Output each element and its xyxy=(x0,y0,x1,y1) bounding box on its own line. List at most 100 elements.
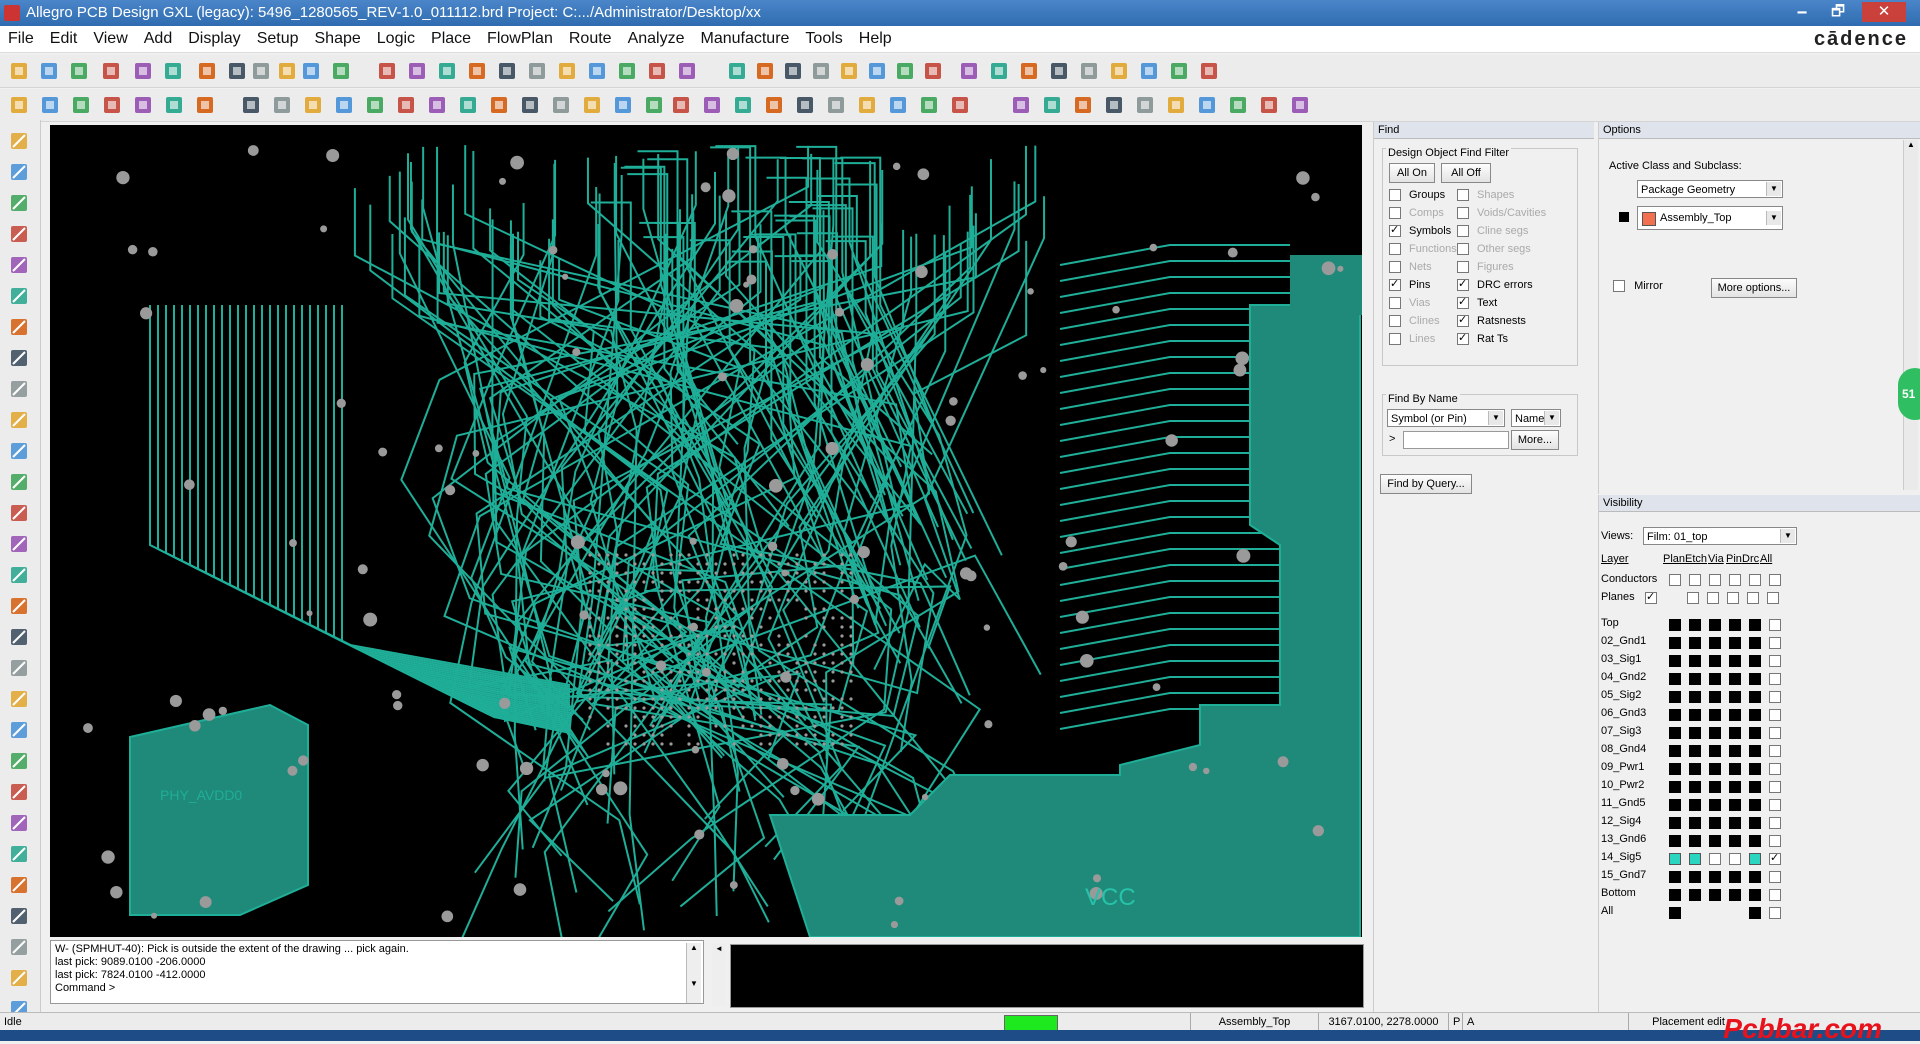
menu-file[interactable]: File xyxy=(0,26,42,52)
toolbar-tool-icon[interactable] xyxy=(240,94,262,116)
toolbar-tool-icon[interactable] xyxy=(395,94,417,116)
left-tool-icon[interactable] xyxy=(8,843,30,865)
left-tool-icon[interactable] xyxy=(8,471,30,493)
layer-visibility-checkboxes[interactable] xyxy=(1669,619,1789,632)
toolbar-tool-icon[interactable] xyxy=(406,60,428,82)
left-tool-icon[interactable] xyxy=(8,347,30,369)
menu-view[interactable]: View xyxy=(85,26,135,52)
menu-display[interactable]: Display xyxy=(180,26,248,52)
left-tool-icon[interactable] xyxy=(8,750,30,772)
toolbar-tool-icon[interactable] xyxy=(1041,94,1063,116)
toolbar-tool-icon[interactable] xyxy=(1134,94,1156,116)
find-more-button[interactable]: More... xyxy=(1511,430,1559,450)
layer-visibility-checkboxes[interactable] xyxy=(1669,907,1789,920)
toolbar-tool-icon[interactable] xyxy=(196,60,218,82)
toolbar-tool-icon[interactable] xyxy=(825,94,847,116)
toolbar-tool-icon[interactable] xyxy=(894,60,916,82)
toolbar-tool-icon[interactable] xyxy=(1048,60,1070,82)
command-window[interactable]: W- (SPMHUT-40): Pick is outside the exte… xyxy=(50,940,704,1004)
command-prompt[interactable]: Command > xyxy=(55,982,699,995)
toolbar-tool-icon[interactable] xyxy=(300,60,322,82)
layer-visibility-checkboxes[interactable] xyxy=(1669,835,1789,848)
toolbar-tool-icon[interactable] xyxy=(426,94,448,116)
status-a[interactable]: A xyxy=(1462,1013,1478,1030)
menu-tools[interactable]: Tools xyxy=(797,26,850,52)
all-off-button[interactable]: All Off xyxy=(1441,163,1491,183)
find-filter-groups[interactable]: Groups xyxy=(1389,189,1445,202)
layer-visibility-checkboxes[interactable] xyxy=(1669,817,1789,830)
toolbar-tool-icon[interactable] xyxy=(457,94,479,116)
left-tool-icon[interactable] xyxy=(8,812,30,834)
views-select[interactable]: Film: 01_top ▼ xyxy=(1643,527,1797,545)
toolbar-tool-icon[interactable] xyxy=(701,94,723,116)
toolbar-tool-icon[interactable] xyxy=(643,94,665,116)
find-filter-text[interactable]: Text xyxy=(1457,295,1497,310)
subclass-select[interactable]: Assembly_Top ▼ xyxy=(1637,206,1783,230)
left-tool-icon[interactable] xyxy=(8,440,30,462)
left-tool-icon[interactable] xyxy=(8,502,30,524)
toolbar-tool-icon[interactable] xyxy=(676,60,698,82)
toolbar-tool-icon[interactable] xyxy=(364,94,386,116)
toolbar-tool-icon[interactable] xyxy=(488,94,510,116)
menu-shape[interactable]: Shape xyxy=(307,26,369,52)
planes-plan-checkbox[interactable] xyxy=(1645,590,1665,605)
toolbar-tool-icon[interactable] xyxy=(949,94,971,116)
left-tool-icon[interactable] xyxy=(8,378,30,400)
left-tool-icon[interactable] xyxy=(8,936,30,958)
conductors-checkboxes[interactable] xyxy=(1669,574,1789,587)
toolbar-tool-icon[interactable] xyxy=(68,60,90,82)
all-on-button[interactable]: All On xyxy=(1389,163,1435,183)
toolbar-tool-icon[interactable] xyxy=(556,60,578,82)
toolbar-tool-icon[interactable] xyxy=(8,94,30,116)
toolbar-tool-icon[interactable] xyxy=(276,60,298,82)
left-tool-icon[interactable] xyxy=(8,316,30,338)
find-name-input[interactable] xyxy=(1403,431,1509,449)
find-filter-rat-ts[interactable]: Rat Ts xyxy=(1457,331,1508,346)
toolbar-tool-icon[interactable] xyxy=(8,60,30,82)
left-tool-icon[interactable] xyxy=(8,905,30,927)
layer-visibility-checkboxes[interactable] xyxy=(1669,763,1789,776)
layer-visibility-checkboxes[interactable] xyxy=(1669,799,1789,812)
toolbar-tool-icon[interactable] xyxy=(810,60,832,82)
toolbar-tool-icon[interactable] xyxy=(670,94,692,116)
left-tool-icon[interactable] xyxy=(8,719,30,741)
find-filter-shapes[interactable]: Shapes xyxy=(1457,189,1514,202)
left-tool-icon[interactable] xyxy=(8,595,30,617)
toolbar-tool-icon[interactable] xyxy=(988,60,1010,82)
toolbar-tool-icon[interactable] xyxy=(866,60,888,82)
toolbar-tool-icon[interactable] xyxy=(1196,94,1218,116)
left-tool-icon[interactable] xyxy=(8,967,30,989)
command-scrollbar[interactable]: ▲ ▼ xyxy=(686,943,701,1003)
find-filter-voids-cavities[interactable]: Voids/Cavities xyxy=(1457,207,1546,220)
toolbar-tool-icon[interactable] xyxy=(226,60,248,82)
toolbar-tool-icon[interactable] xyxy=(100,60,122,82)
left-tool-icon[interactable] xyxy=(8,161,30,183)
menu-add[interactable]: Add xyxy=(136,26,180,52)
side-badge[interactable]: 51 xyxy=(1898,368,1920,420)
toolbar-tool-icon[interactable] xyxy=(1018,60,1040,82)
layer-visibility-checkboxes[interactable] xyxy=(1669,655,1789,668)
layer-visibility-checkboxes[interactable] xyxy=(1669,691,1789,704)
toolbar-tool-icon[interactable] xyxy=(838,60,860,82)
find-filter-other-segs[interactable]: Other segs xyxy=(1457,243,1531,256)
find-filter-drc-errors[interactable]: DRC errors xyxy=(1457,277,1533,292)
menu-manufacture[interactable]: Manufacture xyxy=(692,26,797,52)
find-filter-lines[interactable]: Lines xyxy=(1389,333,1435,346)
find-filter-vias[interactable]: Vias xyxy=(1389,297,1430,310)
toolbar-tool-icon[interactable] xyxy=(1138,60,1160,82)
find-filter-functions[interactable]: Functions xyxy=(1389,243,1457,256)
menu-analyze[interactable]: Analyze xyxy=(620,26,693,52)
pcb-canvas[interactable]: PHY_AVDD0 VCC xyxy=(50,125,1362,937)
layer-visibility-checkboxes[interactable] xyxy=(1669,889,1789,902)
status-p[interactable]: P xyxy=(1448,1013,1462,1030)
toolbar-tool-icon[interactable] xyxy=(754,60,776,82)
toolbar-tool-icon[interactable] xyxy=(1108,60,1130,82)
left-tool-icon[interactable] xyxy=(8,254,30,276)
find-filter-figures[interactable]: Figures xyxy=(1457,261,1514,274)
toolbar-tool-icon[interactable] xyxy=(1165,94,1187,116)
menu-route[interactable]: Route xyxy=(561,26,620,52)
toolbar-tool-icon[interactable] xyxy=(70,94,92,116)
toolbar-tool-icon[interactable] xyxy=(519,94,541,116)
toolbar-tool-icon[interactable] xyxy=(132,94,154,116)
left-tool-icon[interactable] xyxy=(8,533,30,555)
